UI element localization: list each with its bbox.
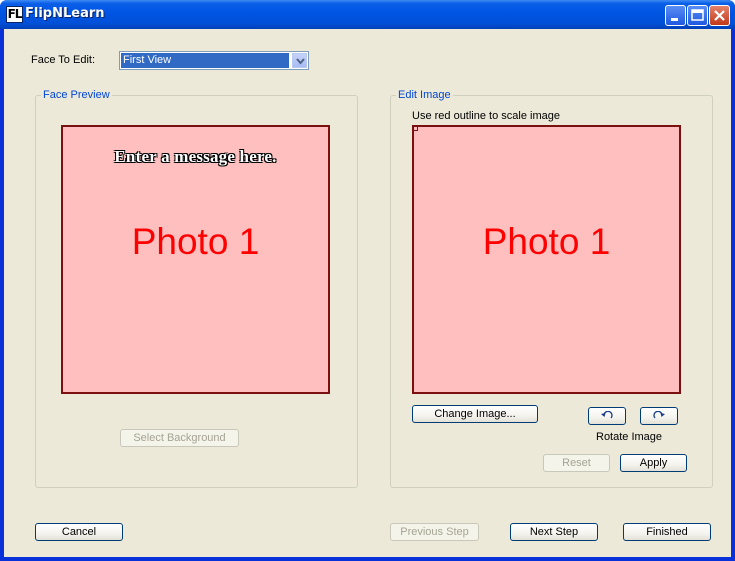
edit-photo-label: Photo 1 <box>482 221 611 262</box>
app-logo-icon: FL <box>6 6 23 23</box>
change-image-button[interactable]: Change Image... <box>412 405 538 423</box>
maximize-icon <box>691 9 704 21</box>
dropdown-button[interactable] <box>292 53 307 68</box>
face-to-edit-label: Face To Edit: <box>31 54 95 66</box>
face-select[interactable]: First View <box>119 51 309 70</box>
rotate-right-button[interactable] <box>640 407 678 425</box>
face-preview-title: Face Preview <box>41 89 112 101</box>
finished-button[interactable]: Finished <box>623 523 711 541</box>
face-preview-group: Face Preview Enter a message here. Photo… <box>35 89 358 488</box>
rotate-left-icon <box>601 411 613 419</box>
edit-photo[interactable]: Photo 1 <box>412 125 681 394</box>
edit-image-title: Edit Image <box>396 89 453 101</box>
rotate-left-button[interactable] <box>588 407 626 425</box>
reset-button[interactable]: Reset <box>543 454 610 472</box>
face-select-value: First View <box>121 53 289 68</box>
edit-image-group: Edit Image Use red outline to scale imag… <box>390 89 713 488</box>
minimize-button[interactable] <box>665 5 686 26</box>
scale-handle[interactable] <box>413 126 418 131</box>
previous-step-button[interactable]: Previous Step <box>390 523 479 541</box>
close-icon <box>714 10 725 21</box>
window-title: FlipNLearn <box>25 6 105 21</box>
apply-button[interactable]: Apply <box>620 454 687 472</box>
preview-photo-label: Photo 1 <box>131 221 260 262</box>
rotate-image-label: Rotate Image <box>596 431 663 443</box>
maximize-button[interactable] <box>687 5 708 26</box>
next-step-button[interactable]: Next Step <box>510 523 598 541</box>
chevron-down-icon <box>296 58 305 65</box>
minimize-icon <box>671 18 678 21</box>
select-background-button[interactable]: Select Background <box>120 429 239 447</box>
scale-hint: Use red outline to scale image <box>412 110 560 122</box>
client-area: Face To Edit: First View Face Preview En… <box>4 29 731 557</box>
message-text[interactable]: Enter a message here. <box>63 147 328 167</box>
title-bar[interactable]: FL FlipNLearn <box>0 0 735 29</box>
rotate-right-icon <box>653 411 665 419</box>
app-window: FL FlipNLearn Face To Edit: First View F… <box>0 0 735 561</box>
close-button[interactable] <box>709 5 730 26</box>
cancel-button[interactable]: Cancel <box>35 523 123 541</box>
preview-photo: Enter a message here. Photo 1 <box>61 125 330 394</box>
